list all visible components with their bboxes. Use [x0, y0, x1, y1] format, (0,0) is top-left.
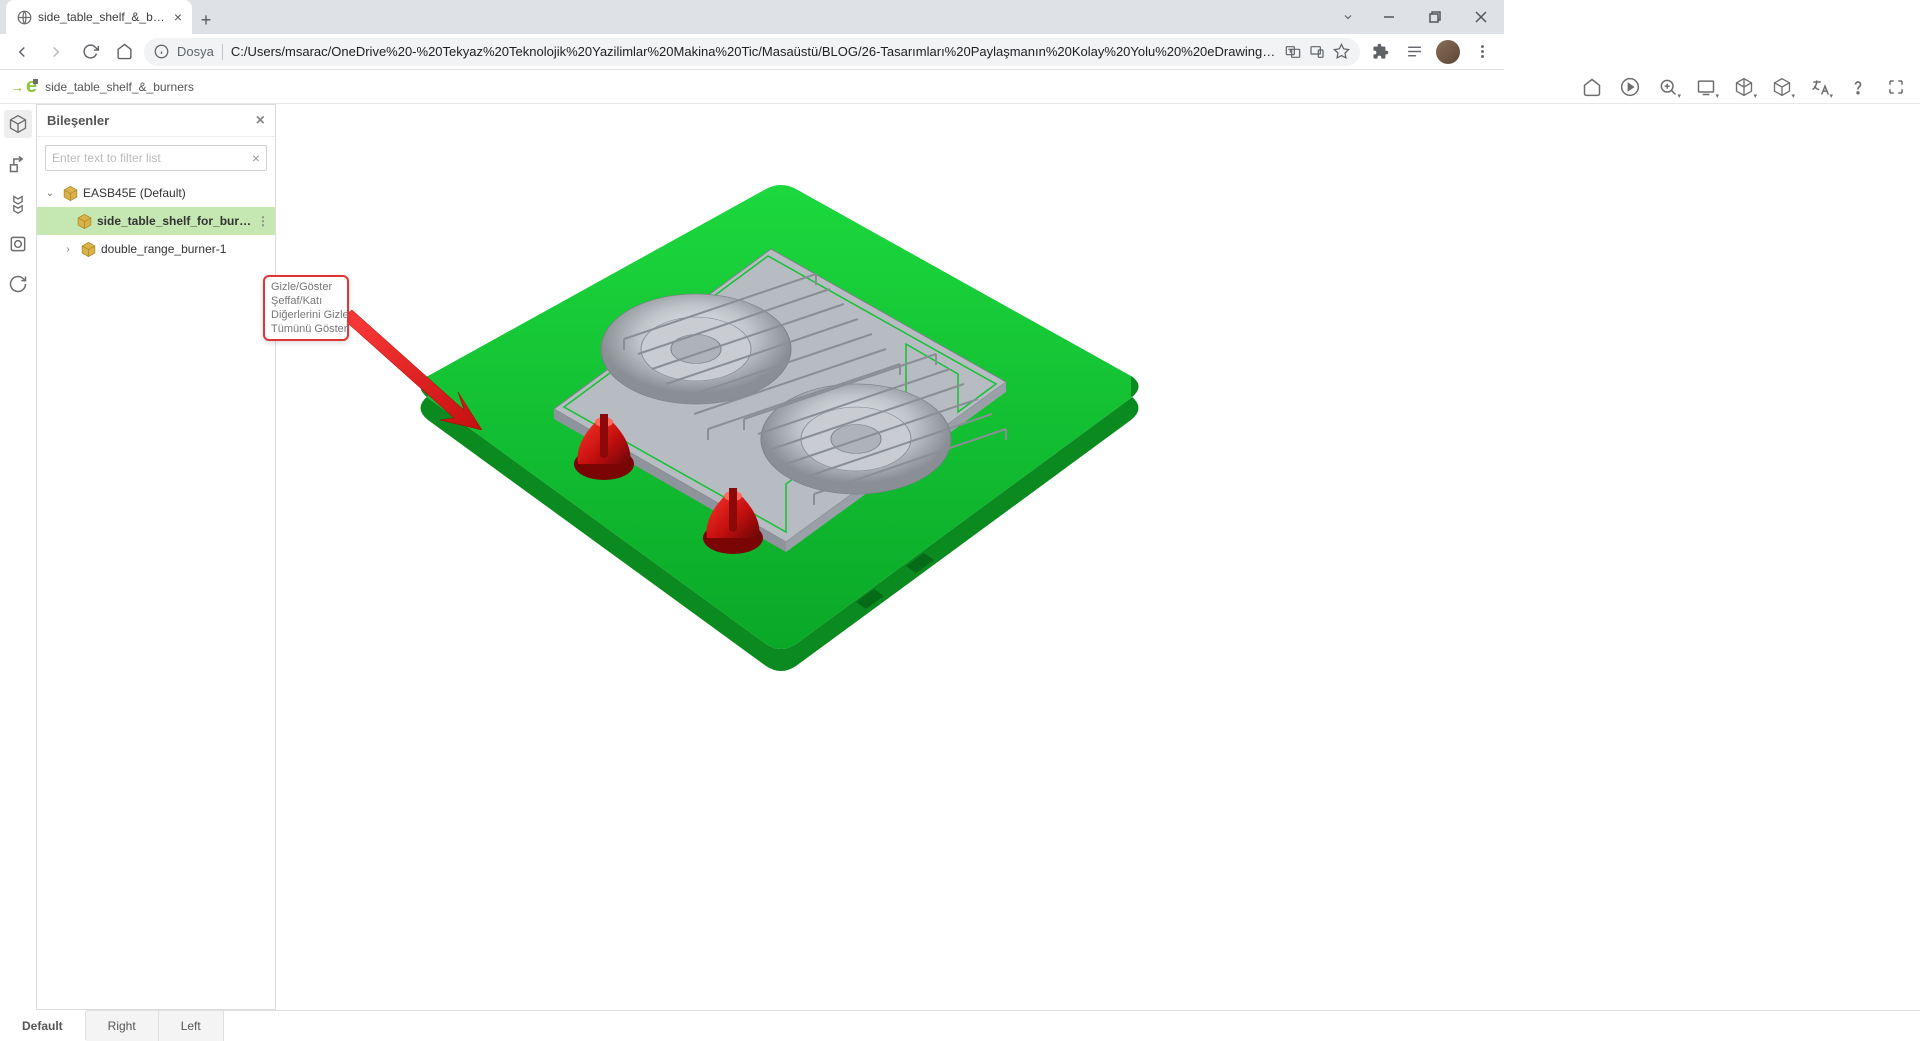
tree-item-label: double_range_burner-1 — [101, 242, 269, 256]
edrawings-logo: →e — [10, 75, 37, 98]
row-more-icon[interactable]: ⋮ — [257, 214, 269, 228]
browser-tab[interactable]: side_table_shelf_&_burners.html × — [6, 0, 192, 34]
viewer-body: Bileşenler × × ⌄ EASB45E (Default) side_… — [0, 104, 1920, 1010]
component-tree: ⌄ EASB45E (Default) side_table_shelf_for… — [37, 179, 275, 263]
ctx-item-transparent-solid[interactable]: Şeffaf/Katı — [269, 294, 343, 308]
view-cube-button-2[interactable]: ▾ — [1768, 73, 1796, 101]
extensions-icon[interactable] — [1366, 38, 1394, 66]
info-icon — [154, 44, 169, 59]
globe-icon — [16, 9, 32, 25]
omnibox[interactable]: Dosya C:/Users/msarac/OneDrive%20-%20Tek… — [144, 38, 1360, 66]
home-button[interactable] — [110, 38, 138, 66]
tree-row[interactable]: › double_range_burner-1 — [37, 235, 275, 263]
fullscreen-button[interactable] — [1882, 73, 1910, 101]
expand-icon[interactable]: › — [61, 244, 75, 255]
tab-title: side_table_shelf_&_burners.html — [38, 10, 168, 24]
translate-icon[interactable] — [1285, 44, 1301, 60]
section-tool-button[interactable] — [4, 230, 32, 258]
document-title: side_table_shelf_&_burners — [45, 80, 194, 94]
panel-header: Bileşenler × — [37, 105, 275, 137]
tree-root-row[interactable]: ⌄ EASB45E (Default) — [37, 179, 275, 207]
display-style-button[interactable]: ▾ — [1692, 73, 1720, 101]
zoom-fit-button[interactable]: ▾ — [1654, 73, 1682, 101]
url-text: C:/Users/msarac/OneDrive%20-%20Tekyaz%20… — [231, 44, 1277, 59]
collapse-icon[interactable]: ⌄ — [43, 188, 57, 199]
close-tab-icon[interactable]: × — [174, 9, 182, 25]
help-button[interactable] — [1844, 73, 1872, 101]
viewer-toolbar: ▾ ▾ ▾ ▾ ▾ — [1578, 73, 1910, 101]
panel-title: Bileşenler — [47, 113, 109, 128]
view-tabs-footer: Default Right Left — [0, 1010, 1920, 1040]
assembly-icon — [61, 184, 79, 202]
view-cube-button-1[interactable]: ▾ — [1730, 73, 1758, 101]
edrawings-viewer: →e side_table_shelf_&_burners ▾ ▾ ▾ ▾ ▾ … — [0, 70, 1920, 1040]
play-animation-button[interactable] — [1616, 73, 1644, 101]
ctx-item-show-all[interactable]: Tümünü Göster — [269, 322, 343, 336]
filter-input-wrapper[interactable]: × — [45, 145, 267, 171]
bookmark-icon[interactable] — [1333, 43, 1350, 60]
browser-address-bar: Dosya C:/Users/msarac/OneDrive%20-%20Tek… — [0, 34, 1504, 70]
reading-list-icon[interactable] — [1400, 38, 1428, 66]
filter-input[interactable] — [52, 151, 252, 165]
back-button[interactable] — [8, 38, 36, 66]
part-icon — [75, 212, 93, 230]
separator — [222, 44, 223, 60]
context-menu: Gizle/Göster Şeffaf/Katı Diğerlerini Giz… — [263, 275, 349, 341]
tree-root-label: EASB45E (Default) — [83, 186, 269, 200]
3d-canvas[interactable] — [276, 104, 1920, 1010]
rotate-tool-button[interactable] — [4, 270, 32, 298]
ctx-item-hide-show[interactable]: Gizle/Göster — [269, 280, 343, 294]
minimize-button[interactable] — [1366, 0, 1412, 34]
forward-button[interactable] — [42, 38, 70, 66]
url-prefix: Dosya — [177, 44, 214, 59]
profile-avatar[interactable] — [1434, 38, 1462, 66]
3d-model-render — [386, 164, 1156, 694]
view-tab-left[interactable]: Left — [159, 1011, 224, 1041]
close-window-button[interactable] — [1458, 0, 1504, 34]
browser-titlebar: side_table_shelf_&_burners.html × + — [0, 0, 1504, 34]
home-view-button[interactable] — [1578, 73, 1606, 101]
language-button[interactable]: ▾ — [1806, 73, 1834, 101]
viewer-header: →e side_table_shelf_&_burners ▾ ▾ ▾ ▾ ▾ — [0, 70, 1920, 104]
left-toolstrip — [0, 104, 36, 1010]
tab-search-icon[interactable] — [1330, 0, 1366, 34]
close-panel-icon[interactable]: × — [256, 112, 265, 130]
tree-item-label: side_table_shelf_for_burner-1 — [97, 214, 253, 228]
send-to-devices-icon[interactable] — [1309, 44, 1325, 60]
part-icon — [79, 240, 97, 258]
reload-button[interactable] — [76, 38, 104, 66]
new-tab-button[interactable]: + — [192, 6, 220, 34]
kebab-menu-icon[interactable] — [1468, 38, 1496, 66]
components-panel: Bileşenler × × ⌄ EASB45E (Default) side_… — [36, 104, 276, 1010]
maximize-button[interactable] — [1412, 0, 1458, 34]
markup-tool-button[interactable] — [4, 150, 32, 178]
view-tab-right[interactable]: Right — [86, 1011, 159, 1041]
view-tab-default[interactable]: Default — [0, 1010, 86, 1040]
components-panel-button[interactable] — [4, 110, 32, 138]
tree-row-selected[interactable]: side_table_shelf_for_burner-1 ⋮ — [37, 207, 275, 235]
clear-filter-icon[interactable]: × — [252, 150, 260, 166]
window-controls — [1330, 0, 1504, 34]
explode-tool-button[interactable] — [4, 190, 32, 218]
ctx-item-hide-others[interactable]: Diğerlerini Gizle — [269, 308, 343, 322]
